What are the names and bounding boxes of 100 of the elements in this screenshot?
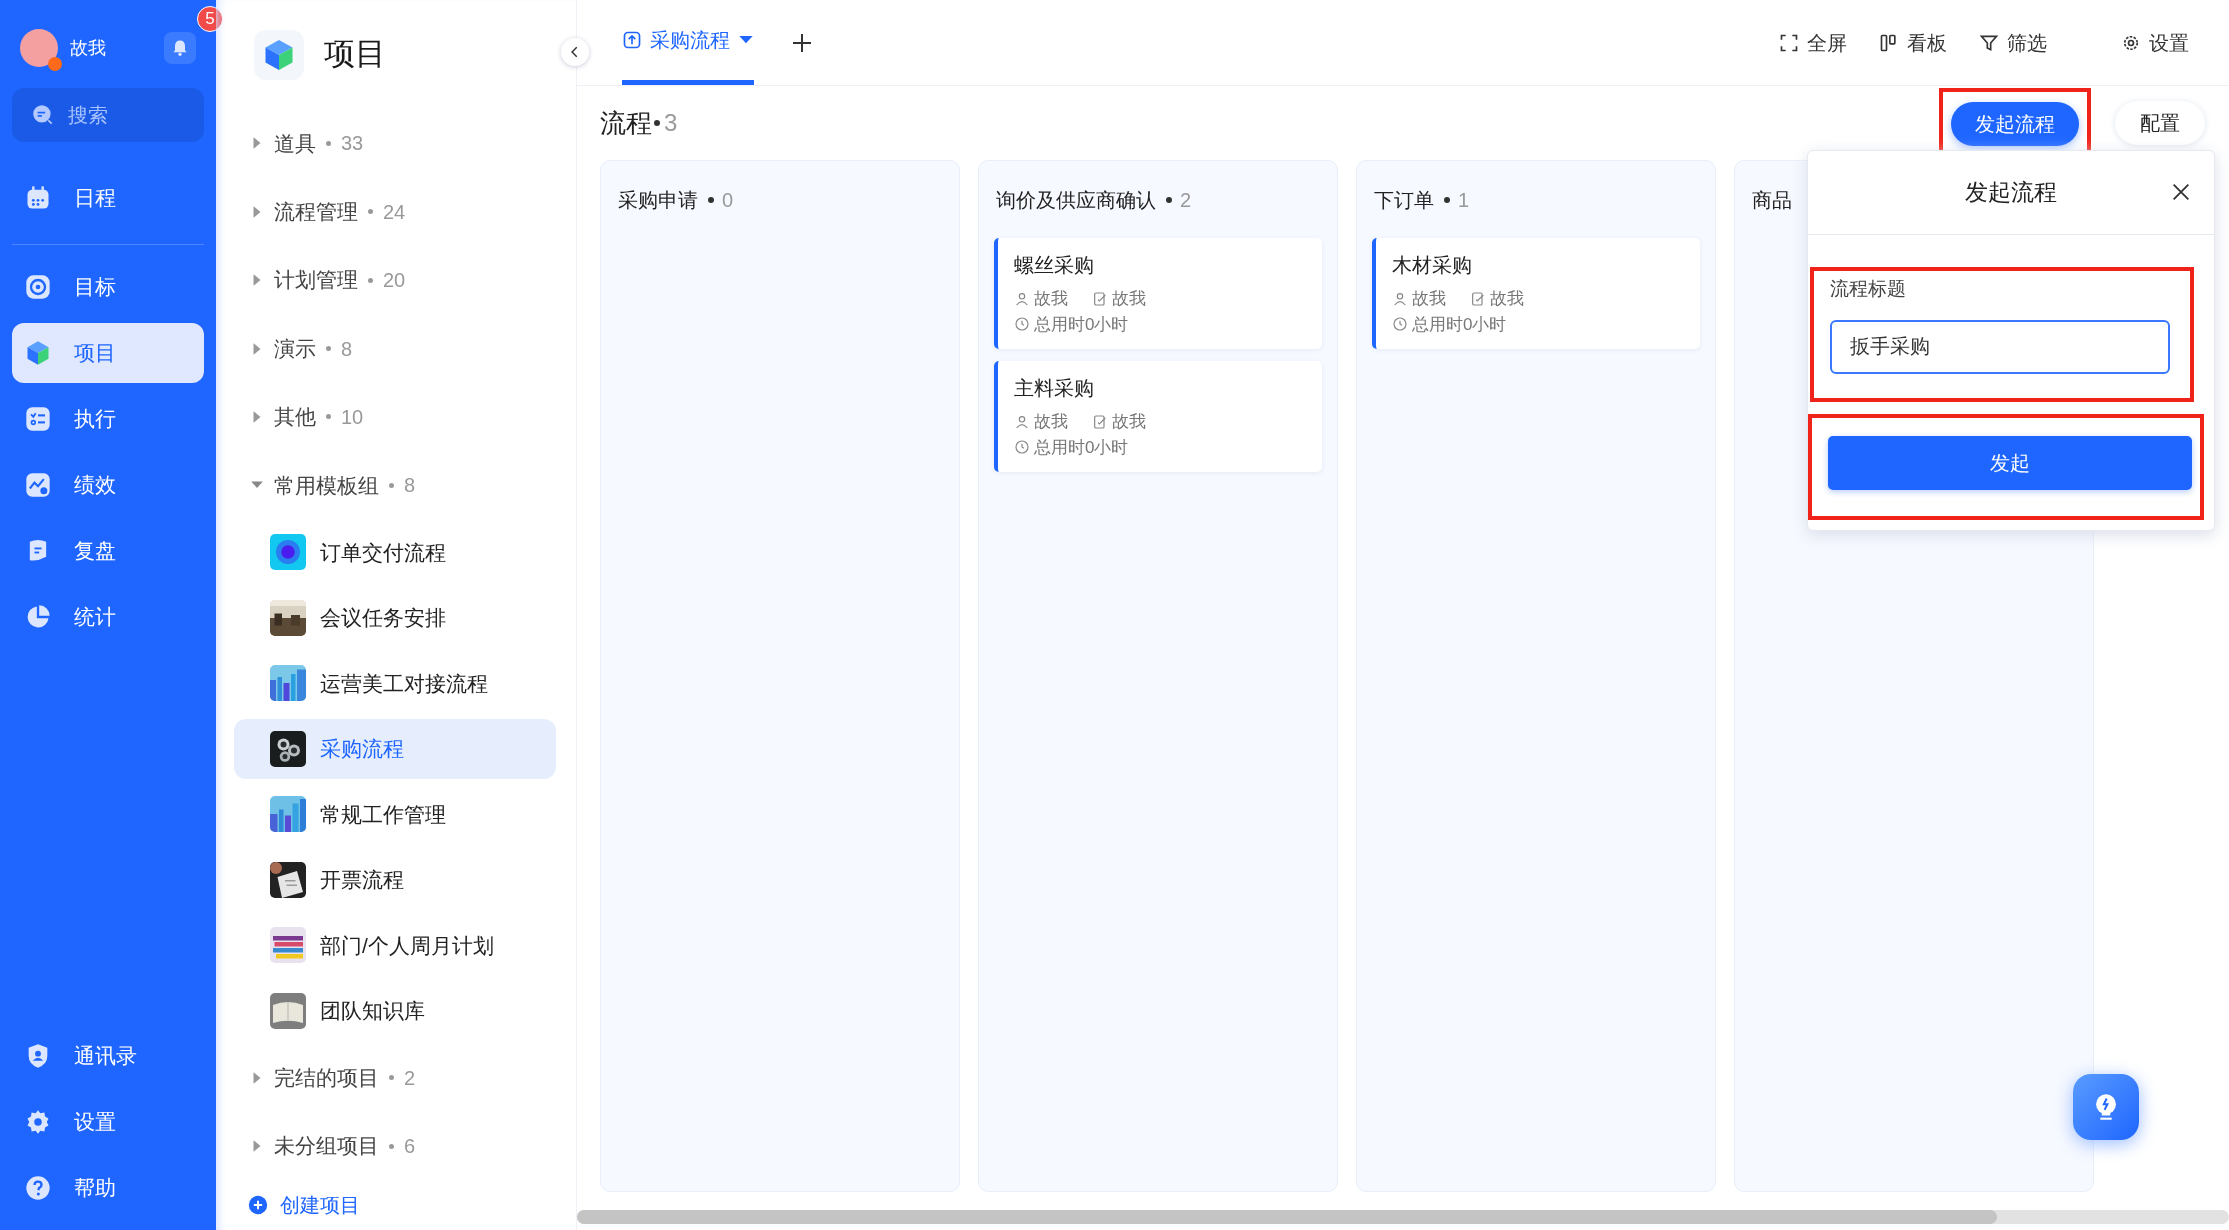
group-label: 道具 [274, 130, 316, 157]
calendar-icon [24, 184, 52, 212]
owner-name: 故我 [1034, 288, 1068, 310]
column-count: 0 [722, 187, 734, 213]
edit-icon [1092, 413, 1108, 430]
clock-icon [1392, 316, 1408, 333]
dot-separator [389, 1143, 394, 1149]
nav-item[interactable]: 绩效 [12, 455, 204, 515]
nav-item[interactable]: 设置 [12, 1092, 204, 1152]
group-count: 24 [383, 199, 406, 225]
fullscreen-icon [1779, 32, 1799, 53]
column-title: 商品 [1752, 187, 1792, 213]
popup-title: 发起流程 [1965, 178, 2057, 208]
upload-icon [622, 30, 642, 50]
toolbar-button[interactable]: 筛选 [1979, 27, 2047, 58]
duration-text: 总用时0小时 [1412, 313, 1507, 336]
dot-separator [389, 1075, 394, 1081]
dot-separator [389, 482, 394, 488]
assignee-name: 故我 [1112, 411, 1146, 433]
submit-button[interactable]: 发起 [1828, 435, 2192, 490]
group-row[interactable]: 流程管理 24 [234, 177, 556, 246]
sidebar-title: 项目 [324, 35, 386, 74]
task-card[interactable]: 木材采购 故我 故我 总用时0小时 [1372, 238, 1700, 349]
board-title: 流程 [600, 106, 652, 140]
group-row[interactable]: 其他 10 [234, 382, 556, 452]
collapse-button[interactable] [561, 38, 589, 66]
group-count: 20 [383, 268, 406, 294]
nav-item[interactable]: 目标 [12, 257, 204, 317]
group-row[interactable]: 道具 33 [234, 109, 556, 178]
card-title: 螺丝采购 [1014, 253, 1095, 278]
dot-separator [368, 277, 373, 283]
duration-text: 总用时0小时 [1034, 313, 1129, 336]
plus-circle-icon [248, 1195, 268, 1216]
group-label: 完结的项目 [274, 1065, 379, 1092]
assignee-name: 故我 [1490, 288, 1524, 310]
board-count: 3 [664, 108, 678, 138]
user-name: 故我 [70, 36, 107, 60]
start-process-button[interactable]: 发起流程 [1951, 102, 2079, 146]
group-count: 10 [341, 404, 364, 430]
title-input[interactable]: 扳手采购 [1830, 319, 2170, 374]
project-item[interactable]: 开票流程 [234, 850, 556, 910]
group-count: 33 [341, 131, 364, 157]
notification-badge: 5 [197, 6, 223, 32]
group-row[interactable]: 未分组项目 6 [234, 1112, 556, 1181]
group-row[interactable]: 计划管理 20 [234, 245, 556, 315]
toolbar-button[interactable]: 设置 [2121, 27, 2189, 58]
project-item[interactable]: 运营美工对接流程 [234, 653, 556, 714]
toolbar-button[interactable]: 看板 [1879, 27, 1947, 58]
person-icon [1014, 413, 1030, 430]
nav-item[interactable]: 帮助 [12, 1158, 204, 1218]
project-item[interactable]: 订单交付流程 [234, 522, 556, 583]
project-item[interactable]: 会议任务安排 [234, 588, 556, 648]
scrollbar[interactable] [577, 1210, 2229, 1224]
group-label: 计划管理 [274, 267, 358, 294]
group-row[interactable]: 演示 8 [234, 314, 556, 383]
group-label: 未分组项目 [274, 1133, 379, 1160]
project-item[interactable]: 采购流程 [234, 719, 556, 779]
dot-separator [368, 209, 373, 215]
duration-text: 总用时0小时 [1034, 436, 1129, 459]
task-card[interactable]: 螺丝采购 故我 故我 总用时0小时 [994, 238, 1322, 349]
search-field[interactable]: 搜索 [12, 88, 204, 142]
group-label: 流程管理 [274, 198, 358, 225]
group-label: 演示 [274, 335, 316, 362]
edit-icon [1092, 290, 1108, 307]
task-card[interactable]: 主料采购 故我 故我 总用时0小时 [994, 361, 1322, 472]
clock-icon [1014, 316, 1030, 333]
config-button[interactable]: 配置 [2115, 101, 2205, 145]
column-count: 2 [1180, 187, 1192, 213]
nav-item[interactable]: 日程 [12, 168, 204, 228]
nav-item[interactable]: 复盘 [12, 521, 204, 581]
nav-item[interactable]: 项目 [12, 323, 204, 383]
group-row[interactable]: 完结的项目 2 [234, 1043, 556, 1112]
owner-name: 故我 [1412, 288, 1446, 310]
owner-name: 故我 [1034, 411, 1068, 433]
notification-button[interactable] [164, 32, 196, 64]
person-icon [1392, 290, 1408, 307]
project-item[interactable]: 团队知识库 [234, 981, 556, 1041]
group-row[interactable]: 常用模板组 8 [234, 451, 556, 520]
tab[interactable]: 采购流程 [622, 0, 754, 85]
board-icon [1879, 32, 1899, 53]
column-title: 采购申请 [618, 187, 698, 213]
person-icon [1014, 290, 1030, 307]
nav-item[interactable]: 统计 [12, 587, 204, 647]
dot-separator [326, 140, 331, 146]
nav-item[interactable]: 通讯录 [12, 1026, 204, 1086]
group-count: 8 [404, 473, 416, 499]
card-title: 木材采购 [1392, 253, 1473, 278]
assistant-button[interactable] [2073, 1074, 2139, 1140]
target-icon [24, 273, 52, 301]
nav-item[interactable]: 执行 [12, 389, 204, 449]
toolbar-button[interactable]: 全屏 [1779, 27, 1847, 58]
cube-icon [254, 29, 304, 80]
project-item[interactable]: 部门/个人周月计划 [234, 915, 556, 976]
create-project-link[interactable]: 创建项目 [234, 1180, 556, 1230]
card-title: 主料采购 [1014, 376, 1095, 401]
help-icon [24, 1174, 52, 1202]
assignee-name: 故我 [1112, 288, 1146, 310]
group-count: 2 [404, 1065, 416, 1091]
settings-icon [24, 1108, 52, 1136]
project-item[interactable]: 常规工作管理 [234, 784, 556, 845]
